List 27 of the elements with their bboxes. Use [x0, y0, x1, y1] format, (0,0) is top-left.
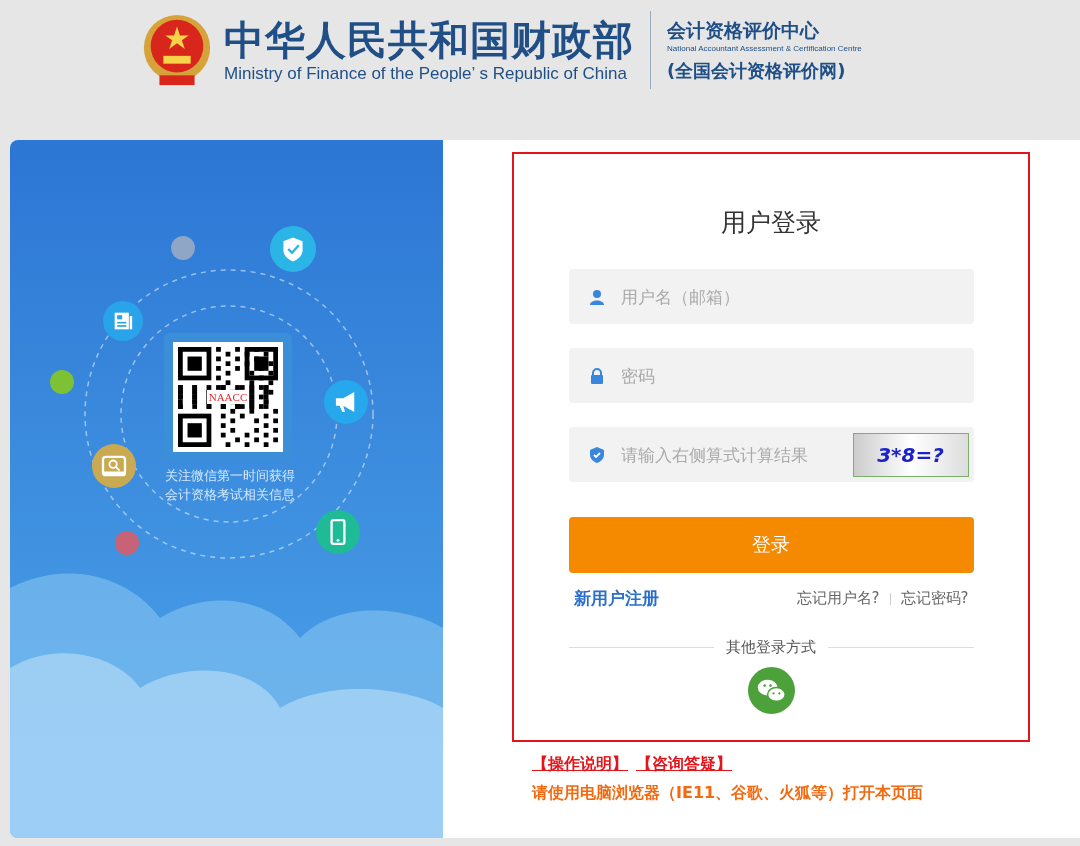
wechat-icon[interactable]	[747, 667, 795, 714]
captcha-field[interactable]: 请输入右侧算式计算结果 3*8=?	[568, 427, 974, 482]
qr-logo-text: NAACC	[206, 390, 250, 404]
ministry-english-name: Ministry of Finance of the People’ s Republic of China	[224, 64, 628, 84]
qr-caption: 关注微信第一时间获得	[164, 467, 296, 485]
qr-caption: 会计资格考试相关信息	[164, 486, 296, 504]
shield-icon	[588, 446, 605, 463]
center-name: 会计资格评价中心	[667, 17, 820, 43]
ministry-name: 中华人民共和国财政部	[224, 16, 634, 64]
center-english-name: National Accountant Assessment & Certification Centre	[667, 43, 862, 53]
captcha-image[interactable]: 3*8=?	[852, 432, 969, 477]
user-icon	[588, 288, 605, 305]
password-input[interactable]: 密码	[618, 364, 974, 387]
lock-icon	[588, 367, 605, 384]
help-link[interactable]: 【咨询答疑】	[636, 754, 732, 775]
forgot-username-link[interactable]: 忘记用户名?	[796, 589, 880, 608]
forgot-password-link[interactable]: 忘记密码?	[900, 589, 969, 608]
login-title: 用户登录	[721, 207, 821, 239]
site-name: (全国会计资格评价网)	[667, 58, 847, 83]
captcha-input[interactable]: 请输入右侧算式计算结果	[618, 443, 853, 466]
password-field[interactable]: 密码	[568, 348, 974, 403]
username-field[interactable]: 用户名（邮箱）	[568, 269, 974, 324]
other-login-label: 其他登录方式	[726, 638, 816, 657]
help-link[interactable]: 【操作说明】	[532, 754, 628, 775]
browser-notice: 请使用电脑浏览器（IE11、谷歌、火狐等）打开本页面	[532, 783, 925, 804]
username-input[interactable]: 用户名（邮箱）	[618, 285, 974, 308]
register-link[interactable]: 新用户注册	[573, 587, 659, 610]
